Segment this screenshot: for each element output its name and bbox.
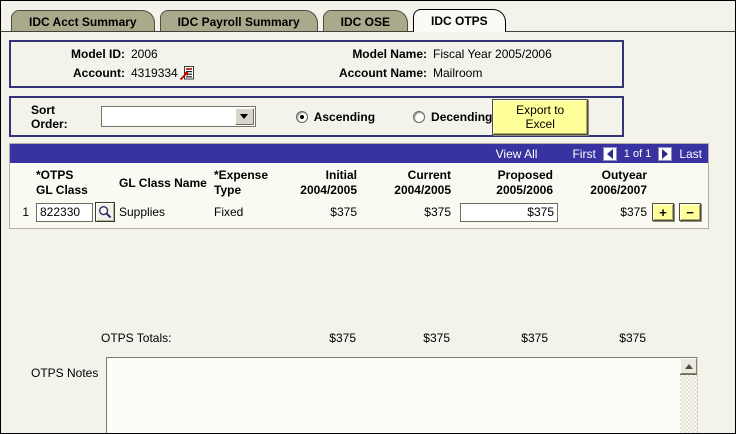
totals-current: $375 xyxy=(361,331,455,345)
account-name-label: Account Name: xyxy=(311,66,433,80)
gl-class-name-cell: Supplies xyxy=(119,205,214,219)
col-header-outyear: Outyear 2006/2007 xyxy=(558,168,652,198)
otps-notes-label: OTPS Notes xyxy=(9,353,106,434)
sort-order-select[interactable] xyxy=(101,106,256,127)
prev-page-button[interactable] xyxy=(603,147,617,161)
account-label: Account: xyxy=(19,66,131,80)
otps-notes-section: OTPS Notes xyxy=(9,353,735,434)
col-header-initial: Initial 2004/2005 xyxy=(296,168,362,198)
totals-proposed: $375 xyxy=(455,331,557,345)
col-header-current: Current 2004/2005 xyxy=(362,168,456,198)
ascending-radio[interactable] xyxy=(296,111,308,123)
transfer-icon[interactable] xyxy=(180,66,194,80)
prev-arrow-icon xyxy=(607,149,613,159)
scrollbar-track[interactable] xyxy=(680,375,697,434)
delete-row-button[interactable]: − xyxy=(679,203,701,221)
lookup-icon[interactable] xyxy=(95,202,115,222)
tab-idc-ose[interactable]: IDC OSE xyxy=(323,10,408,32)
last-link[interactable]: Last xyxy=(679,147,702,161)
account-name-value: Mailroom xyxy=(433,66,614,80)
gl-class-input[interactable] xyxy=(36,203,93,222)
row-actions: + − xyxy=(652,203,705,221)
sort-order-panel: Sort Order: Ascending Decending Export t… xyxy=(9,96,624,137)
dropdown-arrow-icon[interactable] xyxy=(235,108,254,125)
otps-notes-textarea[interactable] xyxy=(106,357,698,434)
otps-totals-row: OTPS Totals: $375 $375 $375 $375 xyxy=(9,331,709,345)
model-name-label: Model Name: xyxy=(311,47,433,61)
grid-row: 1 Supplies Fixed $375 $375 $375 + − xyxy=(10,200,708,228)
idc-otps-screen: IDC Acct Summary IDC Payroll Summary IDC… xyxy=(0,0,736,434)
scroll-up-button[interactable] xyxy=(680,358,697,374)
up-arrow-icon xyxy=(685,364,693,369)
proposed-amount-input[interactable] xyxy=(460,203,558,222)
tab-idc-otps[interactable]: IDC OTPS xyxy=(413,9,506,32)
view-all-link[interactable]: View All xyxy=(496,147,538,161)
next-arrow-icon xyxy=(662,149,668,159)
proposed-amount-cell xyxy=(456,203,558,222)
next-page-button[interactable] xyxy=(658,147,672,161)
descending-radio[interactable] xyxy=(413,111,425,123)
col-header-gl-class-name: GL Class Name xyxy=(119,176,214,191)
row-number: 1 xyxy=(14,205,36,219)
descending-label: Decending xyxy=(431,110,492,124)
model-info-grid: Model ID: 2006 Model Name: Fiscal Year 2… xyxy=(19,47,614,80)
totals-initial: $375 xyxy=(295,331,361,345)
col-header-otps-gl-class: *OTPS GL Class xyxy=(36,168,119,198)
tab-idc-acct-summary[interactable]: IDC Acct Summary xyxy=(11,10,155,32)
outyear-amount-cell: $375 xyxy=(558,205,652,219)
tab-bar: IDC Acct Summary IDC Payroll Summary IDC… xyxy=(1,1,735,32)
current-amount-cell: $375 xyxy=(362,205,456,219)
model-name-value: Fiscal Year 2005/2006 xyxy=(433,47,614,61)
ascending-option[interactable]: Ascending xyxy=(296,110,375,124)
col-header-expense-type: *Expense Type xyxy=(214,168,296,198)
account-value: 4319334 xyxy=(131,66,178,80)
descending-option[interactable]: Decending xyxy=(413,110,492,124)
expense-type-cell: Fixed xyxy=(214,205,296,219)
col-header-proposed: Proposed 2005/2006 xyxy=(456,168,558,198)
totals-outyear: $375 xyxy=(557,331,651,345)
otps-grid: View All First 1 of 1 Last *OTPS GL Clas… xyxy=(9,143,709,229)
tab-idc-payroll-summary[interactable]: IDC Payroll Summary xyxy=(160,10,318,32)
first-link[interactable]: First xyxy=(572,147,595,161)
notes-scrollbar[interactable] xyxy=(680,358,697,434)
model-id-label: Model ID: xyxy=(19,47,131,61)
model-info-panel: Model ID: 2006 Model Name: Fiscal Year 2… xyxy=(9,40,624,88)
initial-amount-cell: $375 xyxy=(296,205,362,219)
gl-class-cell xyxy=(36,202,119,222)
account-value-wrap: 4319334 xyxy=(131,66,311,80)
export-to-excel-button[interactable]: Export to Excel xyxy=(492,99,588,135)
sort-order-label: Sort Order: xyxy=(31,103,91,131)
add-row-button[interactable]: + xyxy=(652,203,674,221)
grid-nav-bar: View All First 1 of 1 Last xyxy=(10,144,708,163)
otps-totals-label: OTPS Totals: xyxy=(35,331,295,345)
model-id-value: 2006 xyxy=(131,47,311,61)
ascending-label: Ascending xyxy=(314,110,375,124)
grid-header-row: *OTPS GL Class GL Class Name *Expense Ty… xyxy=(10,163,708,200)
page-indicator: 1 of 1 xyxy=(624,148,652,160)
